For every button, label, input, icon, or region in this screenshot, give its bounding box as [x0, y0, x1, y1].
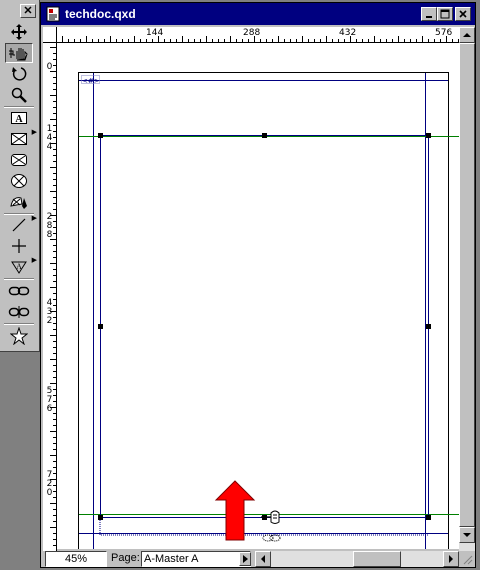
magnifier-icon: [11, 87, 27, 103]
oval-picture-box-tool[interactable]: [5, 171, 33, 191]
rect-picture-icon: [11, 133, 27, 145]
ruler-label: 144: [46, 124, 53, 152]
scroll-up-button[interactable]: [459, 27, 475, 43]
page-menu-button[interactable]: [239, 552, 251, 566]
zoom-field[interactable]: 45%: [45, 551, 107, 567]
flyout-indicator: ▶: [31, 129, 37, 136]
page-canvas[interactable]: <#>: [57, 43, 459, 549]
rotation-tool[interactable]: [5, 64, 33, 84]
arrow-right-icon: [449, 555, 453, 563]
ruler-label: 576: [46, 386, 53, 414]
page-field[interactable]: A-Master A: [141, 551, 251, 567]
quark-document-icon: [46, 6, 60, 22]
chain-link-icon: [8, 286, 30, 296]
title-bar[interactable]: techdoc.qxd: [41, 3, 475, 25]
ruler-origin-box[interactable]: [43, 27, 57, 43]
close-icon: [459, 10, 467, 18]
scroll-down-button[interactable]: [459, 527, 475, 543]
unlinking-tool[interactable]: [5, 302, 33, 322]
ruler-label: 144: [146, 28, 164, 38]
page-boundary: [78, 72, 449, 549]
star-icon: [10, 327, 28, 345]
text-box-icon: A: [11, 112, 27, 125]
status-bar: 45% Page: A-Master A: [43, 551, 475, 567]
arrow-right-icon: [242, 555, 248, 563]
palette-divider: [4, 323, 34, 325]
vertical-ruler[interactable]: 0 144 288 432 576 720: [43, 43, 57, 551]
oval-picture-icon: [11, 174, 27, 188]
ruler-label: 432: [46, 298, 53, 326]
ruler-label: 576: [435, 28, 453, 38]
linking-tool[interactable]: [5, 281, 33, 301]
ruler-label: 432: [339, 28, 357, 38]
arrow-down-icon: [463, 533, 471, 537]
scroll-left-button[interactable]: [255, 551, 271, 567]
page-label: Page:: [111, 552, 140, 564]
tool-palette: ✕ A ▶ ▶ A ▶: [0, 0, 40, 352]
resize-grip-icon: [463, 555, 473, 565]
svg-text:A: A: [15, 114, 23, 125]
hand-icon: [9, 48, 28, 61]
rounded-picture-box-tool[interactable]: [5, 150, 33, 170]
flyout-indicator: ▶: [31, 257, 37, 264]
minimize-icon: [426, 16, 432, 18]
line-tool[interactable]: ▶: [5, 215, 37, 235]
arrow-up-icon: [463, 33, 471, 37]
horizontal-ruler[interactable]: 144 288 432 576: [57, 27, 459, 43]
palette-close-button[interactable]: ✕: [20, 4, 36, 18]
vertical-scroll-thumb[interactable]: [459, 43, 475, 527]
crosshair-line-icon: [12, 239, 26, 253]
rounded-picture-icon: [11, 154, 27, 166]
rectangle-picture-box-tool[interactable]: ▶: [5, 129, 37, 149]
move-arrows-icon: [11, 24, 27, 40]
arrow-left-icon: [261, 555, 265, 563]
text-box-tool[interactable]: A: [5, 108, 33, 128]
svg-text:A: A: [16, 262, 22, 271]
horizontal-scrollbar[interactable]: [255, 551, 475, 567]
document-title: techdoc.qxd: [65, 7, 136, 21]
broken-chain-icon: [8, 306, 30, 318]
scroll-right-button[interactable]: [443, 551, 459, 567]
orthogonal-line-tool[interactable]: [5, 236, 33, 256]
ruler-label: 0: [46, 62, 53, 72]
content-tool[interactable]: [5, 43, 33, 63]
page-layout: <#>: [78, 72, 459, 549]
text-path-tool[interactable]: A ▶: [5, 257, 37, 277]
close-button[interactable]: [455, 7, 471, 21]
bezier-picture-icon: [10, 197, 27, 209]
palette-divider: [4, 278, 34, 280]
close-icon: ✕: [23, 5, 33, 17]
minimize-button[interactable]: [421, 7, 437, 21]
zoom-tool[interactable]: [5, 85, 33, 105]
vertical-scrollbar[interactable]: [459, 27, 475, 551]
maximize-icon: [440, 9, 450, 19]
ruler-label: 288: [46, 212, 53, 240]
rotate-icon: [12, 67, 27, 81]
maximize-button[interactable]: [437, 7, 453, 21]
flyout-indicator: ▶: [31, 215, 37, 222]
diagonal-line-icon: [12, 218, 26, 232]
ruler-label: 720: [46, 470, 53, 498]
star-tool[interactable]: [5, 326, 33, 346]
horizontal-scroll-thumb[interactable]: [353, 551, 401, 567]
bezier-picture-box-tool[interactable]: [5, 192, 33, 212]
text-path-icon: A: [11, 261, 27, 274]
ruler-label: 288: [243, 28, 261, 38]
page-value: A-Master A: [144, 553, 199, 565]
page-number-marker: <#>: [82, 77, 100, 85]
item-tool[interactable]: [5, 22, 33, 42]
size-grip[interactable]: [459, 551, 475, 567]
document-window: techdoc.qxd 144 288 432 576 0 144 288 432 57…: [40, 2, 476, 568]
